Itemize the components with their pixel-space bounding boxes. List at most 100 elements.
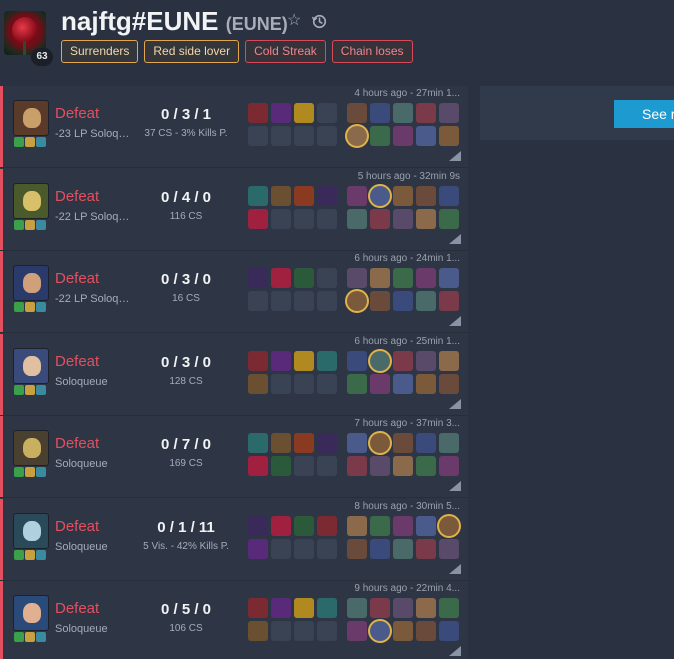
player-champion-icon[interactable] [347,268,367,288]
player-champion-icon[interactable] [439,268,459,288]
item-icon[interactable] [317,433,337,453]
current-player-champion[interactable] [370,185,390,206]
player-champion-icon[interactable] [439,621,459,641]
item-icon[interactable] [317,350,337,371]
player-champion-icon[interactable] [347,621,367,641]
current-player-champion[interactable] [370,350,390,371]
player-champion-icon[interactable] [416,126,436,146]
player-champion-icon[interactable] [370,598,390,618]
item-icon[interactable] [248,350,268,371]
player-champion-icon[interactable] [347,208,367,229]
player-champion-icon[interactable] [347,433,367,453]
player-champion-icon[interactable] [439,350,459,371]
player-champion-icon[interactable] [439,538,459,559]
item-icon[interactable] [294,103,314,123]
player-champion-icon[interactable] [347,538,367,559]
player-champion-icon[interactable] [347,373,367,394]
expand-icon[interactable] [449,316,461,326]
item-icon[interactable] [271,268,291,288]
item-icon[interactable] [294,515,314,536]
player-champion-icon[interactable] [416,621,436,641]
expand-icon[interactable] [449,481,461,491]
current-player-champion[interactable] [370,433,390,453]
player-champion-icon[interactable] [416,598,436,618]
item-icon[interactable] [271,456,291,476]
player-champion-icon[interactable] [393,291,413,311]
player-champion-icon[interactable] [439,433,459,453]
expand-icon[interactable] [449,398,461,409]
player-champion-icon[interactable] [347,515,367,536]
player-champion-icon[interactable] [347,350,367,371]
player-champion-icon[interactable] [439,103,459,123]
current-player-champion[interactable] [439,515,459,536]
match-row[interactable]: Defeat -23 LP Soloqueue 0 / 3 / 1 37 CS - 3… [0,86,468,168]
player-champion-icon[interactable] [347,185,367,206]
player-champion-icon[interactable] [416,350,436,371]
item-icon[interactable] [317,598,337,618]
item-icon[interactable] [294,185,314,206]
player-champion-icon[interactable] [439,291,459,311]
match-row[interactable]: Defeat -22 LP Soloqueue 0 / 4 / 0 116 CS 5 h… [0,168,468,251]
match-row[interactable]: Defeat Soloqueue 0 / 5 / 0 106 CS 9 hours ag… [0,581,468,659]
item-icon[interactable] [271,350,291,371]
player-champion-icon[interactable] [393,126,413,146]
player-champion-icon[interactable] [439,208,459,229]
player-champion-icon[interactable] [393,208,413,229]
player-champion-icon[interactable] [393,538,413,559]
expand-icon[interactable] [449,646,461,656]
item-icon[interactable] [248,538,268,559]
player-champion-icon[interactable] [416,208,436,229]
player-champion-icon[interactable] [393,373,413,394]
item-icon[interactable] [248,185,268,206]
item-icon[interactable] [294,433,314,453]
player-champion-icon[interactable] [347,456,367,476]
champion-icon[interactable] [13,595,49,631]
history-icon[interactable] [311,13,327,29]
item-icon[interactable] [248,456,268,476]
player-champion-icon[interactable] [393,621,413,641]
player-champion-icon[interactable] [370,538,390,559]
player-champion-icon[interactable] [393,515,413,536]
champion-icon[interactable] [13,182,49,219]
match-row[interactable]: Defeat Soloqueue 0 / 1 / 11 5 Vis. - 42% Ki… [0,498,468,581]
player-champion-icon[interactable] [370,268,390,288]
player-champion-icon[interactable] [370,373,390,394]
match-row[interactable]: Defeat Soloqueue 0 / 3 / 0 128 CS 6 hours ag… [0,333,468,416]
player-champion-icon[interactable] [416,291,436,311]
player-champion-icon[interactable] [416,456,436,476]
player-champion-icon[interactable] [370,126,390,146]
player-champion-icon[interactable] [439,598,459,618]
champion-icon[interactable] [13,430,49,466]
player-champion-icon[interactable] [370,291,390,311]
player-champion-icon[interactable] [416,185,436,206]
current-player-champion[interactable] [347,291,367,311]
expand-icon[interactable] [449,151,461,161]
player-champion-icon[interactable] [393,598,413,618]
player-champion-icon[interactable] [439,373,459,394]
champion-icon[interactable] [13,347,49,384]
item-icon[interactable] [294,598,314,618]
player-champion-icon[interactable] [393,433,413,453]
player-champion-icon[interactable] [370,515,390,536]
player-champion-icon[interactable] [416,433,436,453]
see-more-button[interactable]: See r [614,100,674,128]
current-player-champion[interactable] [370,621,390,641]
item-icon[interactable] [317,185,337,206]
item-icon[interactable] [248,373,268,394]
player-champion-icon[interactable] [370,103,390,123]
item-icon[interactable] [248,515,268,536]
star-icon[interactable]: ☆ [287,13,303,29]
player-champion-icon[interactable] [347,103,367,123]
item-icon[interactable] [271,103,291,123]
player-champion-icon[interactable] [416,515,436,536]
item-icon[interactable] [248,268,268,288]
item-icon[interactable] [248,621,268,641]
player-champion-icon[interactable] [370,208,390,229]
item-icon[interactable] [248,433,268,453]
match-row[interactable]: Defeat -22 LP Soloqueue 0 / 3 / 0 16 CS 6 ho… [0,251,468,333]
player-champion-icon[interactable] [393,456,413,476]
item-icon[interactable] [294,350,314,371]
item-icon[interactable] [248,103,268,123]
champion-icon[interactable] [13,100,49,136]
item-icon[interactable] [248,598,268,618]
